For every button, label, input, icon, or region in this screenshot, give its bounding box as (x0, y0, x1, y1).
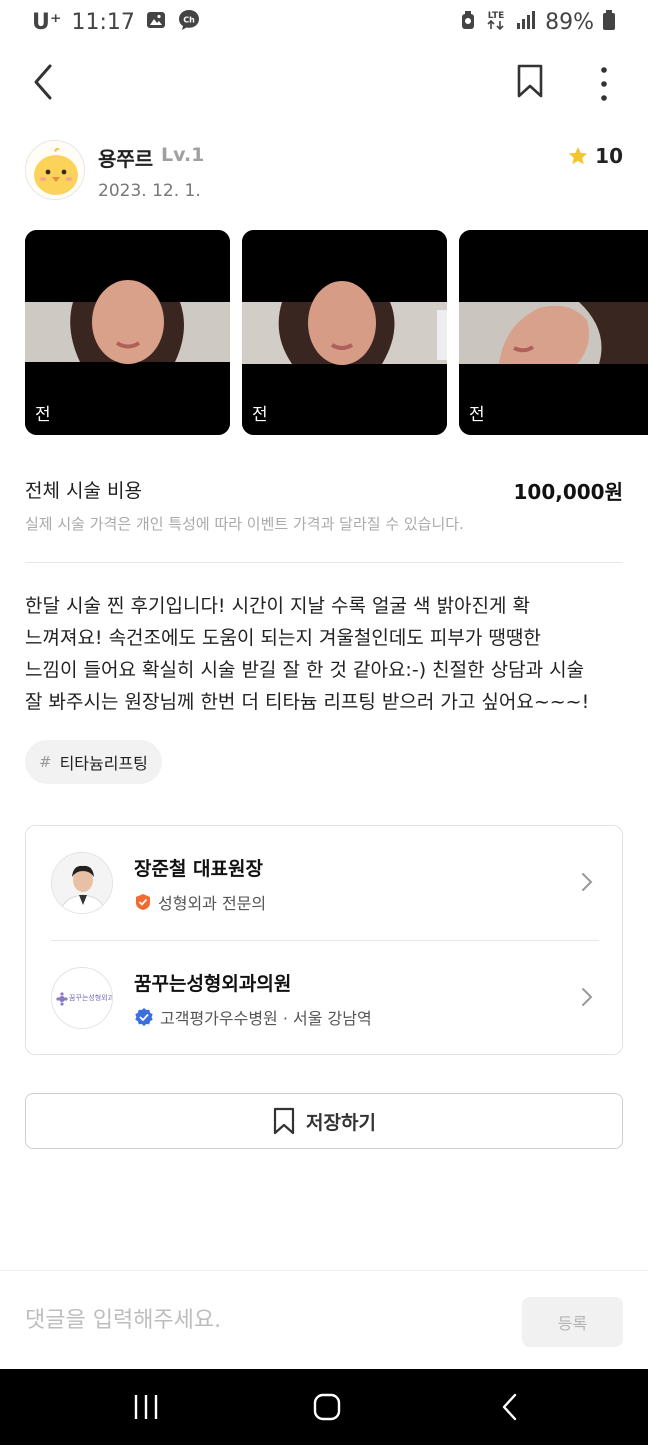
verified-badge-icon (135, 1008, 153, 1026)
review-line: 한달 시술 찐 후기입니다! 시간이 지날 수록 얼굴 색 밝아진게 확 (25, 595, 531, 617)
status-left: U⁺ 11:17 Ch (32, 8, 201, 36)
clinic-row[interactable]: 꿈꾸는성형외과 꿈꾸는성형외과의원 고객평가우수병원 · 서울 강남역 (26, 941, 622, 1055)
review-line: 느낌이 들어요 확실히 시술 받길 잘 한 것 같아요:-) 친절한 상담과 시… (25, 659, 585, 681)
doctor-specialty-label: 성형외과 전문의 (158, 894, 267, 913)
system-nav-bar (0, 1369, 648, 1445)
bookmark-icon (273, 1107, 295, 1135)
doctor-photo (52, 853, 112, 913)
clinic-info-label: 고객평가우수병원 · 서울 강남역 (160, 1009, 372, 1028)
cost-value: 100,000원 (513, 480, 624, 504)
more-options-button[interactable] (586, 58, 622, 102)
save-button[interactable]: 저장하기 (25, 1093, 623, 1149)
svg-text:LTE: LTE (488, 11, 505, 21)
chevron-right-icon (582, 873, 593, 891)
bookmark-icon (517, 64, 543, 98)
cost-note: 실제 시술 가격은 개인 특성에 따라 이벤트 가격과 달라질 수 있습니다. (25, 515, 464, 533)
top-bar (0, 52, 648, 108)
recent-apps-button[interactable] (126, 1391, 166, 1423)
face-photo (459, 230, 648, 435)
chevron-right-icon (582, 988, 593, 1006)
review-photo[interactable]: 전 (242, 230, 447, 435)
recent-apps-icon (134, 1395, 158, 1419)
alarm-icon (459, 9, 477, 35)
gallery-notification-icon (145, 9, 167, 35)
author-name[interactable]: 용쭈르 (98, 143, 153, 172)
status-right: LTE 89% (459, 8, 616, 36)
doctor-specialty: 성형외과 전문의 (134, 890, 266, 914)
save-label: 저장하기 (306, 1111, 376, 1134)
face-photo (242, 230, 447, 435)
cost-label: 전체 시술 비용 (25, 480, 142, 502)
review-text: 한달 시술 찐 후기입니다! 시간이 지날 수록 얼굴 색 밝아진게 확 느껴져… (25, 590, 625, 718)
hashtag-label: 티타늄리프팅 (59, 754, 148, 773)
more-vertical-icon (601, 67, 607, 101)
submit-comment-button[interactable]: 등록 (522, 1297, 623, 1347)
clock: 11:17 (71, 9, 135, 35)
review-photo[interactable]: 전 (459, 230, 648, 435)
home-icon (313, 1393, 341, 1421)
doctor-row[interactable]: 장준철 대표원장 성형외과 전문의 (26, 826, 622, 940)
rating-value: 10 (595, 144, 623, 168)
face-photo (25, 230, 230, 435)
cost-row: 전체 시술 비용 100,000원 (25, 476, 623, 506)
review-line: 느껴져요! 속건조에도 도움이 되는지 겨울철인데도 피부가 땡땡한 (25, 627, 541, 649)
star-icon (568, 146, 588, 165)
clinic-info: 고객평가우수병원 · 서울 강남역 (134, 1005, 372, 1029)
battery-icon (602, 9, 616, 35)
photo-label: 전 (252, 405, 268, 425)
author-section: 용쭈르 Lv.1 2023. 12. 1. 10 (25, 140, 623, 204)
status-bar: U⁺ 11:17 Ch LTE 89% (0, 0, 648, 44)
comment-input[interactable] (25, 1295, 505, 1345)
post-date: 2023. 12. 1. (98, 181, 201, 201)
author-level: Lv.1 (161, 144, 205, 166)
submit-label: 등록 (557, 1314, 588, 1333)
hashtag-chip[interactable]: # 티타늄리프팅 (25, 740, 162, 784)
lte-icon: LTE (485, 8, 507, 36)
clinic-logo-text: 꿈꾸는성형외과 (69, 994, 113, 1002)
comment-bar: 등록 (0, 1270, 648, 1369)
review-line: 잘 봐주시는 원장님께 한번 더 티타늄 리프팅 받으러 가고 싶어요~~~! (25, 691, 590, 713)
review-photo[interactable]: 전 (25, 230, 230, 435)
carrier-label: U⁺ (32, 9, 62, 35)
back-arrow-icon (34, 64, 52, 100)
specialist-badge-icon (136, 894, 150, 910)
channel-notification-icon: Ch (177, 8, 201, 36)
divider (25, 562, 623, 563)
rating: 10 (567, 144, 623, 168)
doctor-clinic-card: 장준철 대표원장 성형외과 전문의 꿈꾸는성형외과 꿈꾸는성형외과의원 고객평가… (25, 825, 623, 1055)
doctor-avatar (51, 852, 113, 914)
bookmark-button[interactable] (510, 60, 550, 100)
svg-text:Ch: Ch (183, 16, 195, 25)
signal-icon (515, 10, 537, 34)
photo-carousel[interactable]: 전 전 전 (25, 230, 648, 435)
back-button[interactable] (24, 58, 64, 102)
back-arrow-icon (502, 1393, 517, 1421)
photo-label: 전 (35, 405, 51, 425)
doctor-name: 장준철 대표원장 (134, 858, 263, 880)
chick-avatar-icon (26, 141, 84, 199)
author-avatar[interactable] (25, 140, 85, 200)
hash-icon: # (39, 753, 52, 771)
battery-percent: 89% (545, 9, 594, 35)
clinic-name: 꿈꾸는성형외과의원 (134, 973, 292, 995)
system-back-button[interactable] (490, 1391, 530, 1423)
photo-label: 전 (469, 405, 485, 425)
home-button[interactable] (307, 1391, 347, 1423)
clinic-logo: 꿈꾸는성형외과 (51, 967, 113, 1029)
